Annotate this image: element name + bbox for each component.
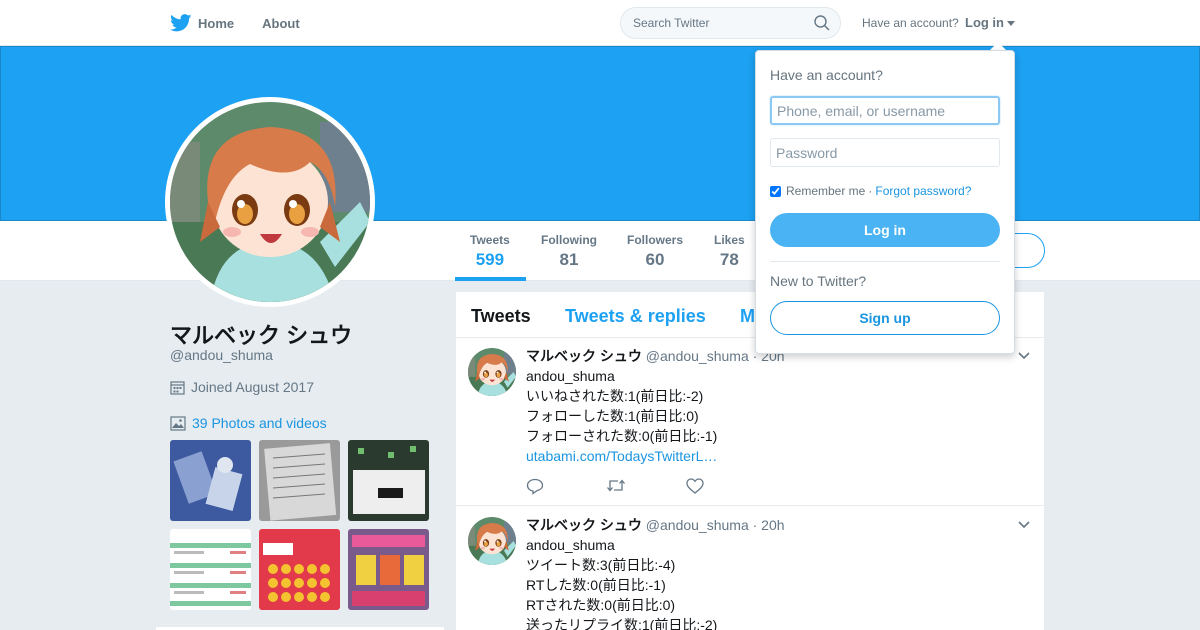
tweet-line: フォローした数:1(前日比:0) <box>526 408 699 424</box>
photos-videos-link[interactable]: 39 Photos and videos <box>170 415 327 431</box>
username-field[interactable] <box>770 96 1000 125</box>
account-prompt: Have an account? <box>862 16 959 30</box>
tweet-line: 送ったリプライ数:1(前日比:-2) <box>526 617 718 630</box>
caret-down-icon <box>1007 21 1015 26</box>
remember-me-label: Remember me <box>786 184 866 198</box>
new-to-twitter-text: New to Twitter? <box>770 273 867 289</box>
tweet-line: andou_shuma <box>526 537 615 553</box>
tweet-author-handle[interactable]: @andou_shuma <box>646 348 749 364</box>
media-thumbnail[interactable] <box>348 440 429 521</box>
nav-about-label: About <box>262 15 300 31</box>
tweet-line: RTされた数:0(前日比:0) <box>526 597 676 613</box>
stat-followers[interactable]: Followers 60 <box>627 233 683 270</box>
stat-followers-label: Followers <box>627 233 684 247</box>
reply-icon <box>526 478 544 495</box>
thumbnail-image <box>170 529 251 610</box>
tweet-header: マルベック シュウ @andou_shuma · 20h <box>526 515 785 535</box>
stat-likes-label: Likes <box>714 233 745 247</box>
stat-likes[interactable]: Likes 78 <box>714 233 745 270</box>
forgot-password-link[interactable]: Forgot password? <box>875 184 971 198</box>
thumbnail-image <box>348 440 429 521</box>
stat-following[interactable]: Following 81 <box>541 233 597 270</box>
tweet-line: RTした数:0(前日比:-1) <box>526 577 666 593</box>
tweet-line: いいねされた数:1(前日比:-2) <box>526 388 704 404</box>
stat-likes-value: 78 <box>719 250 739 269</box>
tweet-line: andou_shuma <box>526 368 615 384</box>
nav-home-label: Home <box>198 15 235 31</box>
thumbnail-image <box>348 529 429 610</box>
chevron-down-icon[interactable] <box>1018 352 1030 360</box>
avatar-image <box>170 102 370 302</box>
login-link-label: Log in <box>965 15 1004 30</box>
media-thumbnail[interactable] <box>259 440 340 521</box>
chevron-down-icon[interactable] <box>1018 521 1030 529</box>
search-icon[interactable] <box>814 15 830 31</box>
remember-separator: · <box>868 184 873 198</box>
stat-tweets-value: 599 <box>475 250 505 269</box>
retweet-icon <box>607 479 625 492</box>
tab-media[interactable]: M <box>740 306 755 327</box>
search-input[interactable] <box>621 8 801 38</box>
profile-joined: Joined August 2017 <box>170 379 314 395</box>
avatar-image <box>468 348 516 396</box>
media-thumbnail[interactable] <box>348 529 429 610</box>
like-action[interactable] <box>686 478 766 500</box>
profile-joined-text: Joined August 2017 <box>191 379 314 395</box>
tweet-item[interactable]: マルベック シュウ @andou_shuma · 20h andou_shuma… <box>456 507 1044 630</box>
tweet-line: ツイート数:3(前日比:-4) <box>526 557 676 573</box>
media-thumbnail[interactable] <box>170 529 251 610</box>
avatar-image <box>468 517 516 565</box>
thumbnail-image <box>259 529 340 610</box>
calendar-icon <box>170 380 185 395</box>
dropdown-divider <box>770 261 1000 262</box>
top-navigation: Home About Have an account? Log in <box>0 0 1200 46</box>
tweet-timestamp[interactable]: · 20h <box>753 517 785 533</box>
login-button[interactable]: Log in <box>770 213 1000 247</box>
tweet-author-name[interactable]: マルベック シュウ <box>526 348 642 364</box>
thumbnail-image <box>259 440 340 521</box>
like-icon <box>686 478 704 494</box>
tweet-author-name[interactable]: マルベック シュウ <box>526 517 642 533</box>
tweet-actions <box>526 478 766 500</box>
retweet-action[interactable] <box>606 478 686 500</box>
tweet-header: マルベック シュウ @andou_shuma · 20h <box>526 346 785 366</box>
stat-following-label: Following <box>541 233 597 247</box>
signup-button[interactable]: Sign up <box>770 301 1000 335</box>
twitter-bird-icon <box>170 14 192 32</box>
tab-tweets-replies[interactable]: Tweets & replies <box>565 306 706 327</box>
tweet-text: andou_shuma いいねされた数:1(前日比:-2) フォローした数:1(… <box>526 366 717 466</box>
remember-me: Remember me · Forgot password? <box>770 184 971 198</box>
media-thumbnail[interactable] <box>170 440 251 521</box>
media-thumbnail[interactable] <box>259 529 340 610</box>
tweet-line: フォローされた数:0(前日比:-1) <box>526 428 718 444</box>
tab-tweets[interactable]: Tweets <box>471 306 531 327</box>
tweet-avatar[interactable] <box>468 517 516 565</box>
login-dropdown: Have an account? Remember me · Forgot pa… <box>755 50 1015 354</box>
stat-followers-value: 60 <box>645 250 665 269</box>
nav-about-link[interactable]: About <box>262 16 300 31</box>
profile-name: マルベック シュウ <box>170 323 353 348</box>
stat-following-value: 81 <box>559 250 579 269</box>
profile-avatar[interactable] <box>165 97 375 307</box>
search-box <box>620 7 841 39</box>
nav-left: Home About <box>170 0 328 46</box>
tweet-item[interactable]: マルベック シュウ @andou_shuma · 20h andou_shuma… <box>456 338 1044 506</box>
password-field[interactable] <box>770 138 1000 167</box>
tweet-avatar[interactable] <box>468 348 516 396</box>
reply-action[interactable] <box>526 478 606 500</box>
stat-tweets[interactable]: Tweets 599 <box>470 233 510 270</box>
tweet-link[interactable]: utabami.com/TodaysTwitterL… <box>526 446 717 466</box>
image-icon <box>170 415 186 431</box>
stat-tweets-label: Tweets <box>470 233 510 247</box>
active-tab-indicator <box>455 277 526 281</box>
nav-home-link[interactable]: Home <box>170 14 234 32</box>
profile-handle[interactable]: @andou_shuma <box>170 347 273 363</box>
thumbnail-image <box>170 440 251 521</box>
remember-me-checkbox[interactable] <box>770 185 781 197</box>
tweet-text: andou_shuma ツイート数:3(前日比:-4) RTした数:0(前日比:… <box>526 535 717 630</box>
login-dropdown-toggle[interactable]: Log in <box>965 15 1015 30</box>
tweet-author-handle[interactable]: @andou_shuma <box>646 517 749 533</box>
login-dropdown-title: Have an account? <box>770 67 883 83</box>
photos-videos-label: 39 Photos and videos <box>192 415 327 431</box>
